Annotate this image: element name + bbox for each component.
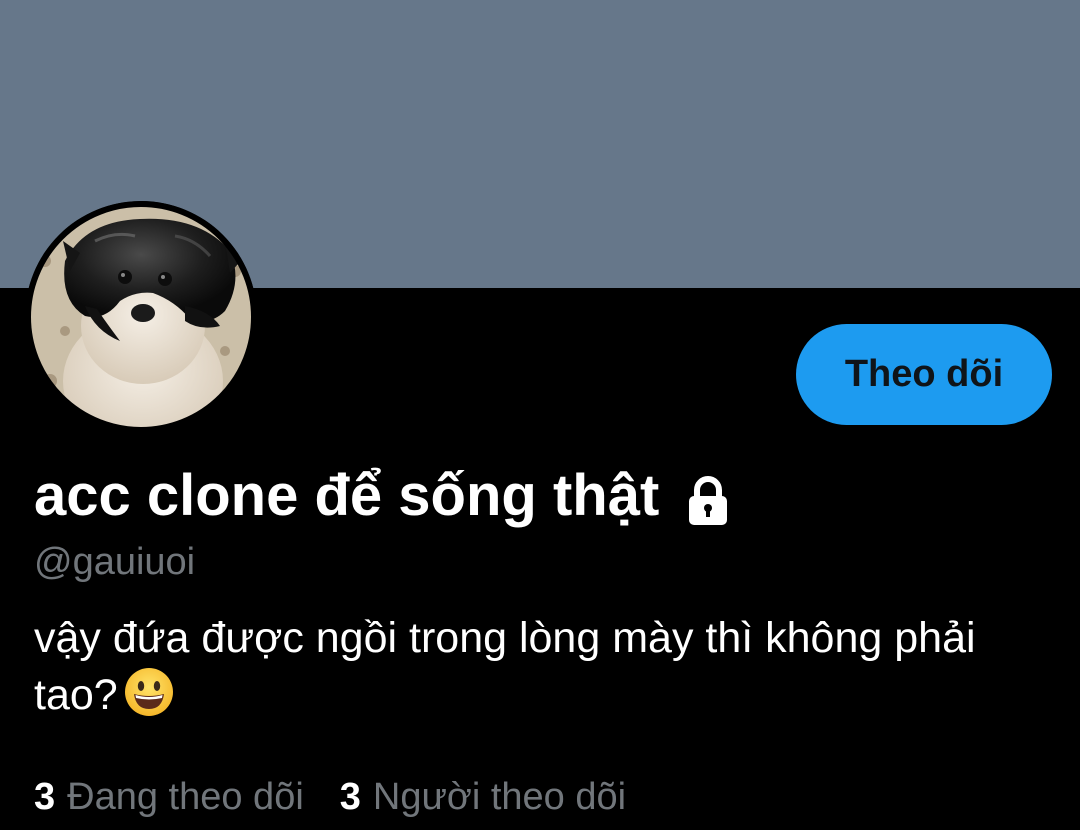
lock-icon bbox=[685, 475, 731, 527]
profile-bio: vậy đứa được ngồi trong lòng mày thì khô… bbox=[34, 610, 1044, 724]
dog-avatar-image bbox=[25, 201, 257, 433]
profile-page: Theo dõi acc clone để sống thật @gauiuoi… bbox=[0, 0, 1080, 830]
grinning-face-emoji bbox=[124, 667, 174, 717]
following-label: Đang theo dõi bbox=[67, 776, 304, 818]
followers-count: 3 bbox=[339, 776, 361, 818]
profile-avatar[interactable] bbox=[25, 201, 257, 433]
following-count: 3 bbox=[34, 776, 56, 818]
profile-name-row: acc clone để sống thật bbox=[34, 458, 731, 534]
profile-display-name: acc clone để sống thật bbox=[34, 463, 660, 528]
followers-stat[interactable]: 3 Người theo dõi bbox=[340, 772, 626, 822]
profile-handle: @gauiuoi bbox=[34, 541, 196, 583]
follow-button[interactable]: Theo dõi bbox=[796, 324, 1052, 425]
profile-bio-text: vậy đứa được ngồi trong lòng mày thì khô… bbox=[34, 614, 976, 719]
following-stat[interactable]: 3 Đang theo dõi bbox=[34, 772, 304, 822]
profile-stats: 3 Đang theo dõi 3 Người theo dõi bbox=[34, 772, 626, 822]
followers-label: Người theo dõi bbox=[372, 776, 627, 818]
